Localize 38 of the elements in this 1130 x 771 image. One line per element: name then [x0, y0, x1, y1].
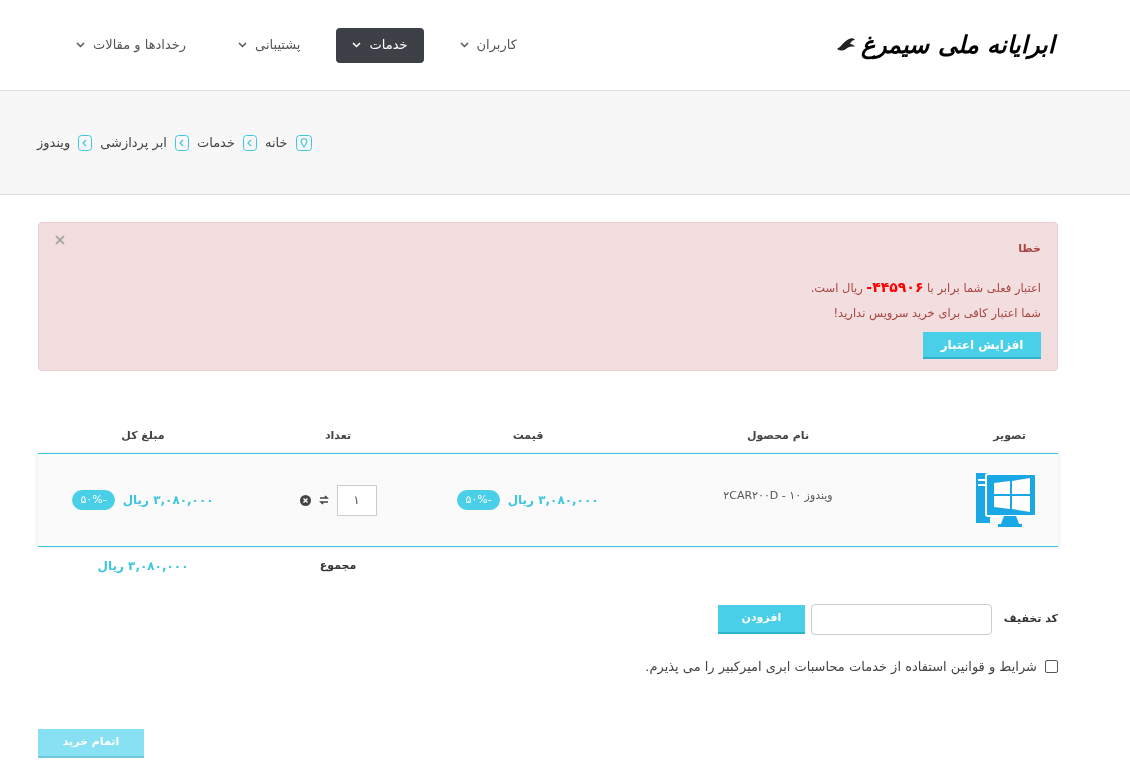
chevron-left-icon — [174, 134, 189, 151]
chevron-left-icon — [78, 134, 93, 151]
discount-code-field[interactable] — [810, 604, 992, 635]
sum-label: مجموع — [318, 557, 358, 574]
total-price-text: ۳,۰۸۰,۰۰۰ ریال — [122, 492, 214, 509]
column-header: تعداد — [323, 427, 353, 444]
alert-message: شما اعتبار کافی برای خرید سرویس ندارید! — [832, 305, 1041, 323]
remove-icon[interactable] — [299, 494, 311, 506]
breadcrumb-link[interactable]: خدمات — [196, 132, 235, 153]
terms-label: شرایط و قوانین استفاده از خدمات محاسبات ابری امیرکبیر را می پذیرم. — [645, 658, 1037, 677]
nav-menu-item[interactable]: پشتیبانی — [222, 27, 317, 63]
location-pin-icon — [295, 134, 312, 151]
nav-menu-item[interactable]: کاربران — [443, 27, 533, 63]
price-text: ۳,۰۸۰,۰۰۰ ریال — [507, 492, 599, 509]
chevron-down-icon — [238, 42, 248, 48]
quantity-field[interactable]: ۱ — [336, 484, 377, 516]
chevron-down-icon — [459, 42, 469, 48]
desktop-computer-icon — [974, 471, 1038, 529]
column-header: تصویر — [991, 427, 1027, 444]
chevron-down-icon — [352, 42, 362, 48]
column-header: مبلغ کل — [120, 427, 166, 444]
discount-badge: -۵۰% — [72, 489, 115, 511]
breadcrumb-link[interactable]: ابر پردازشی — [100, 132, 167, 153]
chevron-down-icon — [76, 42, 85, 48]
nav-menu-item[interactable]: رخدادها و مقالات — [60, 27, 203, 63]
chevron-left-icon — [242, 134, 257, 151]
alert-message: اعتبار فعلی شما برابر با ۴۴۵۹۰۶- ریال است. — [809, 278, 1041, 297]
alert-title: خطا — [1018, 242, 1041, 255]
breadcrumb-link[interactable]: ویندوز — [37, 132, 71, 153]
breadcrumb-link[interactable]: خانه — [264, 132, 288, 153]
column-header: نام محصول — [745, 427, 811, 444]
terms-checkbox[interactable] — [1045, 660, 1058, 674]
nav-menu-item[interactable]: خدمات — [336, 27, 424, 63]
column-header: قیمت — [511, 427, 545, 444]
discount-badge: -۵۰% — [457, 489, 500, 511]
product-name: ویندوز ۱۰ - ۲CAR۲۰۰D — [722, 487, 834, 504]
discount-code-label: کد تخفیف — [1003, 611, 1058, 628]
sum-price-text: ۳,۰۸۰,۰۰۰ ریال — [96, 558, 190, 575]
